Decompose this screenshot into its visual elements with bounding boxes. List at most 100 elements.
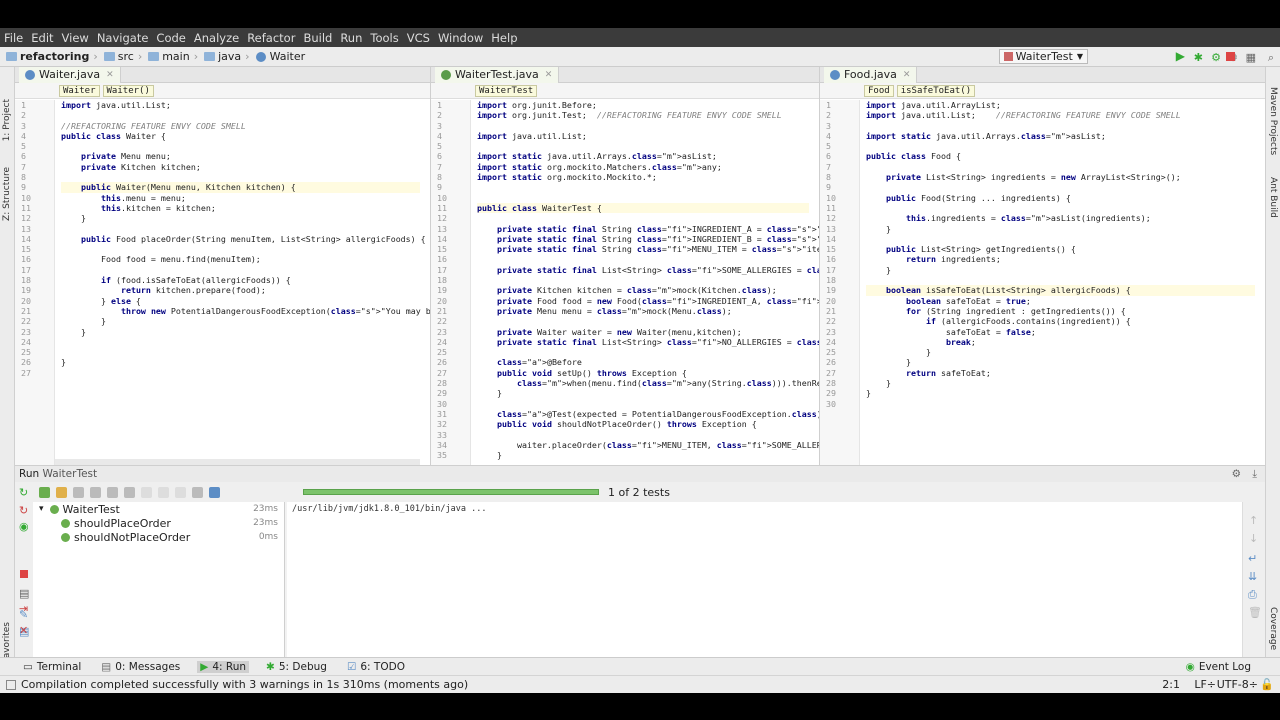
stop-icon[interactable] bbox=[1226, 52, 1235, 61]
code-line[interactable]: break; bbox=[866, 337, 1255, 347]
code-line[interactable]: } bbox=[866, 357, 1255, 367]
code-line[interactable] bbox=[61, 347, 420, 357]
gear-icon[interactable]: ⚙ bbox=[1232, 468, 1241, 480]
code-line[interactable]: private Menu menu; bbox=[61, 151, 420, 161]
code-line[interactable]: private static final String class="fi">M… bbox=[477, 244, 819, 254]
print-icon[interactable]: ⎙ bbox=[1248, 588, 1257, 602]
code-lines[interactable]: import java.util.ArrayList; import java.u… bbox=[866, 100, 1255, 409]
breadcrumb-class[interactable]: Waiter bbox=[255, 50, 305, 63]
code-line[interactable]: public class Waiter { bbox=[61, 131, 420, 141]
code-line[interactable] bbox=[477, 141, 809, 151]
code-line[interactable] bbox=[477, 430, 809, 440]
code-line[interactable]: this.ingredients = class="m">asList(ingr… bbox=[866, 213, 1255, 223]
run-config-select[interactable]: WaiterTest ▼ bbox=[998, 49, 1088, 64]
code-line[interactable]: } bbox=[866, 347, 1255, 357]
coverage-icon[interactable]: ⚙ bbox=[1211, 51, 1221, 64]
code-line[interactable]: } bbox=[866, 265, 1255, 275]
test-case-row[interactable]: shouldPlaceOrder 23ms bbox=[33, 516, 284, 530]
code-line[interactable]: Food food = menu.find(menuItem); bbox=[61, 254, 420, 264]
menu-file[interactable]: File bbox=[4, 31, 23, 45]
tab-todo[interactable]: ☑ 6: TODO bbox=[344, 661, 408, 673]
code-line[interactable]: private static final String class="fi">I… bbox=[477, 224, 819, 234]
editor-breadcrumb[interactable]: Waiter bbox=[59, 84, 100, 97]
tab-messages[interactable]: ▤ 0: Messages bbox=[98, 661, 183, 673]
code-line[interactable]: if (food.isSafeToEat(allergicFoods)) { bbox=[61, 275, 420, 285]
menu-tools[interactable]: Tools bbox=[370, 31, 398, 45]
code-line[interactable]: } bbox=[61, 327, 420, 337]
tab-waiter-java[interactable]: Waiter.java ✕ bbox=[19, 67, 121, 83]
tab-waitertest-java[interactable]: WaiterTest.java ✕ bbox=[435, 67, 560, 83]
code-editor[interactable]: 1 2 3 4 5 6 7 8 9 10 11 12 13 14 15 16 17 18 19 20 21 22 23 24 2… bbox=[820, 100, 1265, 465]
tab-food-java[interactable]: Food.java ✕ bbox=[824, 67, 918, 83]
editor-breadcrumb[interactable]: isSafeToEat() bbox=[896, 84, 976, 97]
toggle-autotest-icon[interactable]: ◉ bbox=[19, 520, 29, 533]
menu-view[interactable]: View bbox=[62, 31, 89, 45]
editor-breadcrumb[interactable]: WaiterTest bbox=[475, 84, 538, 97]
menu-run[interactable]: Run bbox=[340, 31, 362, 45]
code-line[interactable]: } bbox=[61, 357, 420, 367]
code-line[interactable]: private static final String class="fi">I… bbox=[477, 234, 819, 244]
code-line[interactable]: private Waiter waiter = new Waiter(menu,… bbox=[477, 327, 809, 337]
code-line[interactable]: private Menu menu = class="m">mock(Menu.… bbox=[477, 306, 809, 316]
code-line[interactable] bbox=[866, 203, 1255, 213]
breadcrumb-project[interactable]: refactoring › bbox=[6, 50, 98, 63]
code-line[interactable] bbox=[61, 337, 420, 347]
code-line[interactable] bbox=[866, 162, 1255, 172]
code-line[interactable]: } bbox=[866, 378, 1255, 388]
code-line[interactable] bbox=[477, 182, 809, 192]
code-line[interactable]: public void shouldNotPlaceOrder() throws… bbox=[477, 419, 809, 429]
code-line[interactable]: } bbox=[61, 213, 420, 223]
lock-icon[interactable]: 🔓 bbox=[1260, 678, 1274, 691]
code-line[interactable]: } bbox=[477, 450, 809, 460]
code-line[interactable]: private static final List<String> class=… bbox=[477, 265, 819, 275]
close-icon[interactable]: ✕ bbox=[903, 70, 911, 80]
show-passed-icon[interactable] bbox=[39, 486, 50, 498]
code-line[interactable] bbox=[477, 275, 809, 285]
code-lines[interactable]: import java.util.List; //REFACTORING FEA… bbox=[61, 100, 430, 378]
ant-tool-button[interactable]: Ant Build bbox=[1268, 177, 1278, 218]
export-icon[interactable] bbox=[175, 486, 186, 498]
code-line[interactable]: return ingredients; bbox=[866, 254, 1255, 264]
code-line[interactable]: class="a">@Test(expected = PotentialDang… bbox=[477, 409, 819, 419]
editor-breadcrumb[interactable]: Waiter() bbox=[102, 84, 154, 97]
code-line[interactable]: waiter.placeOrder(class="fi">MENU_ITEM, … bbox=[477, 440, 819, 450]
prev-failed-icon[interactable] bbox=[141, 486, 152, 498]
code-line[interactable] bbox=[477, 213, 809, 223]
code-line[interactable]: } bbox=[866, 388, 1255, 398]
code-line[interactable] bbox=[866, 121, 1255, 131]
code-line[interactable]: private List<String> ingredients = new A… bbox=[866, 172, 1255, 182]
next-failed-icon[interactable] bbox=[158, 486, 169, 498]
debug-icon[interactable]: ✱ bbox=[1194, 51, 1203, 64]
code-line[interactable]: throw new PotentialDangerousFoodExceptio… bbox=[61, 306, 430, 316]
code-line[interactable] bbox=[61, 110, 420, 120]
code-editor[interactable]: 1 2 3 4 5 6 7 8 9 10 11 12 13 14 15 16 17 18 19 20 21 22 23 24 2… bbox=[15, 100, 430, 465]
code-line[interactable] bbox=[477, 193, 809, 203]
code-line[interactable]: this.menu = menu; bbox=[61, 193, 420, 203]
code-line[interactable]: class="m">when(menu.find(class="m">any(S… bbox=[477, 378, 819, 388]
arrow-up-icon[interactable]: ↑ bbox=[1249, 514, 1258, 527]
code-line[interactable]: public Food placeOrder(String menuItem, … bbox=[61, 234, 426, 244]
tab-terminal[interactable]: ▭ Terminal bbox=[20, 661, 84, 673]
code-lines[interactable]: import org.junit.Before; import org.junit… bbox=[477, 100, 819, 460]
run-icon[interactable]: ▶ bbox=[1176, 49, 1185, 63]
code-line[interactable] bbox=[61, 368, 420, 378]
code-line[interactable]: public Food(String ... ingredients) { bbox=[866, 193, 1255, 203]
code-line[interactable]: private Food food = new Food(class="fi">… bbox=[477, 296, 819, 306]
code-line[interactable] bbox=[61, 224, 420, 234]
code-line[interactable]: return safeToEat; bbox=[866, 368, 1255, 378]
code-line[interactable]: import static java.util.Arrays.class="m"… bbox=[866, 131, 1255, 141]
breadcrumb-main[interactable]: main › bbox=[148, 50, 198, 63]
code-line[interactable]: import org.junit.Before; bbox=[477, 100, 809, 110]
code-line[interactable] bbox=[866, 141, 1255, 151]
code-line[interactable]: private Kitchen kitchen; bbox=[61, 162, 420, 172]
status-toggle-icon[interactable] bbox=[6, 679, 16, 690]
code-line[interactable]: //REFACTORING FEATURE ENVY CODE SMELL bbox=[61, 121, 420, 131]
search-icon[interactable]: ⌕ bbox=[1268, 51, 1274, 65]
code-line[interactable]: private static final List<String> class=… bbox=[477, 337, 819, 347]
code-line[interactable]: public class WaiterTest { bbox=[477, 202, 809, 214]
chevron-down-icon[interactable]: ▾ bbox=[39, 504, 44, 514]
project-tool-button[interactable]: 1: Project bbox=[2, 99, 12, 141]
event-log-button[interactable]: ◉ Event Log bbox=[1183, 661, 1254, 673]
code-line[interactable] bbox=[61, 244, 420, 254]
rerun-icon[interactable]: ↻ bbox=[19, 486, 28, 499]
